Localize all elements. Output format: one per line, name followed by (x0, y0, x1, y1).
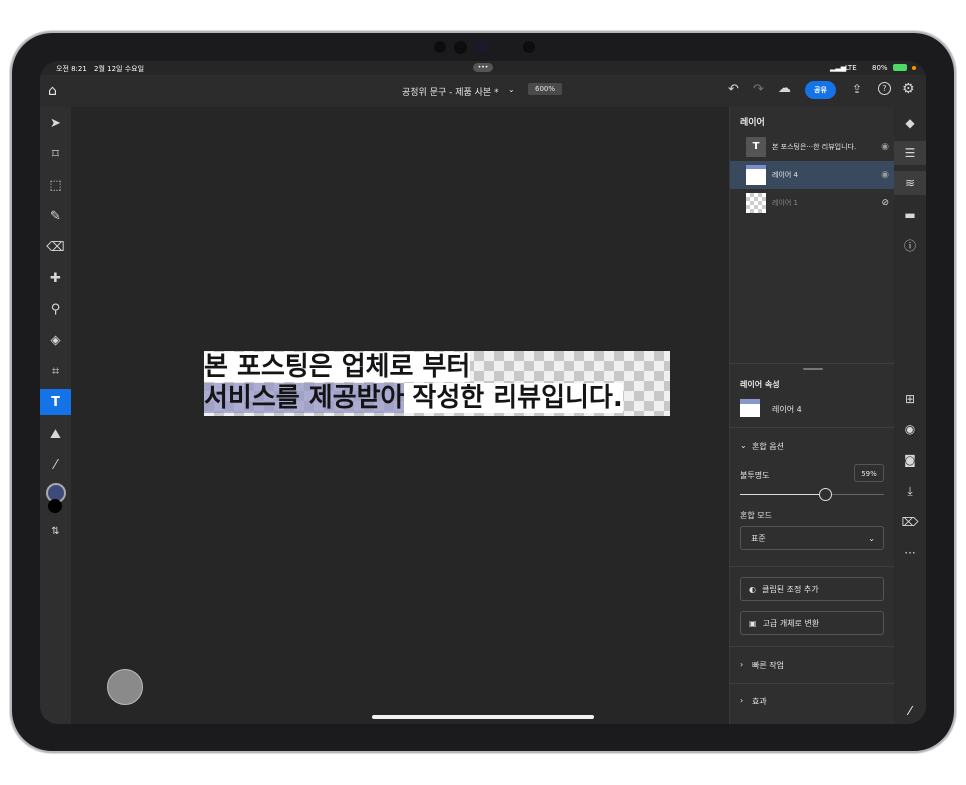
eye-icon[interactable]: ◉ (881, 142, 889, 152)
chevron-right-icon[interactable]: › (740, 696, 743, 705)
camera-housing (430, 40, 540, 54)
convert-smart-object-button[interactable]: ▣ 고급 개체로 변환 (740, 611, 884, 635)
text-line-2: 작성한 리뷰입니다. (404, 383, 623, 413)
text-line-1: 본 포스팅은 업체로 부터 (204, 352, 471, 382)
blend-options-label[interactable]: 혼합 옵션 (752, 441, 784, 452)
chevron-right-icon[interactable]: › (740, 660, 743, 669)
cloud-icon[interactable]: ☁ (778, 81, 791, 96)
chevron-down-icon[interactable]: ⌄ (740, 441, 747, 450)
panel-drag-handle[interactable] (803, 368, 823, 370)
merge-layer-icon[interactable]: ⤓ (894, 479, 926, 503)
home-icon[interactable]: ⌂ (48, 83, 57, 99)
convert-smart-object-label: 고급 개체로 변환 (762, 618, 820, 628)
quick-actions-label[interactable]: 빠른 작업 (752, 660, 784, 671)
visibility-icon[interactable]: ◉ (894, 417, 926, 441)
battery-icon (893, 64, 907, 71)
clone-stamp-icon[interactable]: ⚲ (40, 297, 71, 321)
type-tool-icon[interactable]: T (40, 389, 71, 415)
document-title[interactable]: 공정위 문구 - 제품 사본 * (402, 85, 499, 98)
eye-icon[interactable]: ◉ (881, 170, 889, 180)
eye-hidden-icon[interactable]: ⊘ (881, 198, 889, 208)
select-tool-icon[interactable]: ➤ (40, 111, 71, 135)
adjustments-icon[interactable]: ≋ (894, 171, 926, 195)
image-place-icon[interactable]: ⛰ (40, 422, 71, 446)
document-image[interactable]: 본 포스팅은 업체로 부터 서비스를 제공받아 작성한 리뷰입니다. (204, 351, 670, 416)
export-icon[interactable]: ⇪ (852, 82, 862, 96)
add-clipped-adjustment-button[interactable]: ◐ 클립된 조정 추가 (740, 577, 884, 601)
more-options-icon[interactable]: ··· (894, 541, 926, 565)
info-icon[interactable]: ⓘ (894, 233, 926, 257)
chevron-down-icon: ⌄ (868, 533, 875, 543)
text-layer-thumb-icon: T (746, 137, 766, 157)
add-clipped-adjustment-label: 클립된 조정 추가 (761, 584, 819, 594)
layer-thumb (746, 193, 766, 213)
transform-tool-icon[interactable]: ⌑ (40, 142, 71, 166)
opacity-slider-thumb[interactable] (819, 488, 832, 501)
zoom-level[interactable]: 600% (528, 83, 563, 95)
blend-mode-value: 표준 (751, 533, 766, 543)
layers-panel: 레이어 T 본 포스팅은···한 리뷰입니다. ◉ 레이어 4 ◉ 레이어 1 … (729, 107, 895, 724)
brush-tool-icon[interactable]: ✎ (40, 204, 71, 228)
layer-name: 본 포스팅은···한 리뷰입니다. (772, 143, 857, 151)
layers-panel-title: 레이어 (740, 118, 765, 128)
layers-icon[interactable]: ◆ (894, 111, 926, 135)
properties-layer-thumb (740, 399, 760, 417)
settings-gear-icon[interactable]: ⚙ (902, 81, 915, 97)
undo-icon[interactable]: ↶ (728, 82, 739, 97)
mask-icon[interactable]: ◙ (894, 448, 926, 472)
battery-percent: 80% (872, 64, 888, 72)
network-label: LTE (845, 64, 857, 72)
background-color-swatch[interactable] (48, 499, 62, 513)
multitask-dots[interactable]: ••• (473, 63, 493, 72)
status-date: 2월 12일 수요일 (94, 65, 145, 73)
layer-name: 레이어 1 (772, 199, 798, 207)
crop-tool-icon[interactable]: ⌗ (40, 359, 71, 383)
share-button[interactable]: 공유 (805, 81, 836, 99)
chevron-down-icon[interactable]: ⌄ (508, 85, 515, 94)
layer-properties-title: 레이어 속성 (740, 380, 780, 389)
touch-shortcut-button[interactable] (107, 669, 143, 705)
layer-name: 레이어 4 (772, 171, 798, 179)
layer-thumb (746, 165, 766, 185)
layer-row-text[interactable]: T 본 포스팅은···한 리뷰입니다. ◉ (730, 133, 895, 161)
layer-list-icon[interactable]: ☰ (894, 141, 926, 165)
effects-label[interactable]: 효과 (752, 696, 767, 707)
panel-icon-strip: ◆ ☰ ≋ ▬ ⓘ ⊞ ◉ ◙ ⤓ ⌦ ··· ⁄ (894, 107, 926, 724)
marquee-tool-icon[interactable]: ⬚ (40, 173, 71, 197)
layer-row-layer-4[interactable]: 레이어 4 ◉ (730, 161, 895, 189)
pencil-icon[interactable]: ⁄ (894, 699, 926, 723)
healing-tool-icon[interactable]: ✚ (40, 266, 71, 290)
status-bar: 오전 8:21 2월 12일 수요일 ••• ▂▃▅ LTE 80% (40, 61, 926, 75)
help-icon[interactable]: ? (878, 82, 891, 95)
top-bar: ⌂ 공정위 문구 - 제품 사본 * ⌄ 600% ↶ ↷ ☁ 공유 ⇪ ? ⚙ (40, 75, 926, 107)
fill-tool-icon[interactable]: ◈ (40, 328, 71, 352)
text-line-2-highlighted: 서비스를 제공받아 (204, 383, 405, 413)
blend-mode-label: 혼합 모드 (740, 511, 772, 520)
add-layer-icon[interactable]: ⊞ (894, 387, 926, 411)
status-time: 오전 8:21 (56, 65, 87, 73)
comments-icon[interactable]: ▬ (894, 203, 926, 227)
canvas-area[interactable]: 본 포스팅은 업체로 부터 서비스를 제공받아 작성한 리뷰입니다. (71, 107, 729, 724)
screen: 오전 8:21 2월 12일 수요일 ••• ▂▃▅ LTE 80% ⌂ 공정위… (40, 61, 926, 724)
adjustment-icon: ◐ (749, 584, 756, 594)
blend-mode-select[interactable]: 표준 ⌄ (740, 526, 884, 550)
smart-object-icon: ▣ (749, 618, 757, 628)
opacity-slider-fill (740, 494, 825, 495)
eraser-layer-icon[interactable]: ⌦ (894, 510, 926, 534)
eyedropper-icon[interactable]: ⁄ (40, 453, 71, 477)
recording-dot-icon (912, 66, 916, 70)
properties-layer-name: 레이어 4 (772, 405, 802, 414)
swap-colors-icon[interactable]: ⇅ (40, 519, 71, 543)
redo-icon[interactable]: ↷ (753, 82, 764, 97)
tools-toolbar: ➤ ⌑ ⬚ ✎ ⌫ ✚ ⚲ ◈ ⌗ T ⛰ ⁄ ⇅ (40, 107, 71, 724)
signal-icon: ▂▃▅ (830, 64, 847, 72)
home-indicator[interactable] (372, 715, 594, 719)
opacity-label: 불투명도 (740, 471, 770, 480)
eraser-tool-icon[interactable]: ⌫ (40, 235, 71, 259)
opacity-value-field[interactable]: 59% (854, 464, 884, 482)
layer-row-layer-1[interactable]: 레이어 1 ⊘ (730, 189, 895, 217)
